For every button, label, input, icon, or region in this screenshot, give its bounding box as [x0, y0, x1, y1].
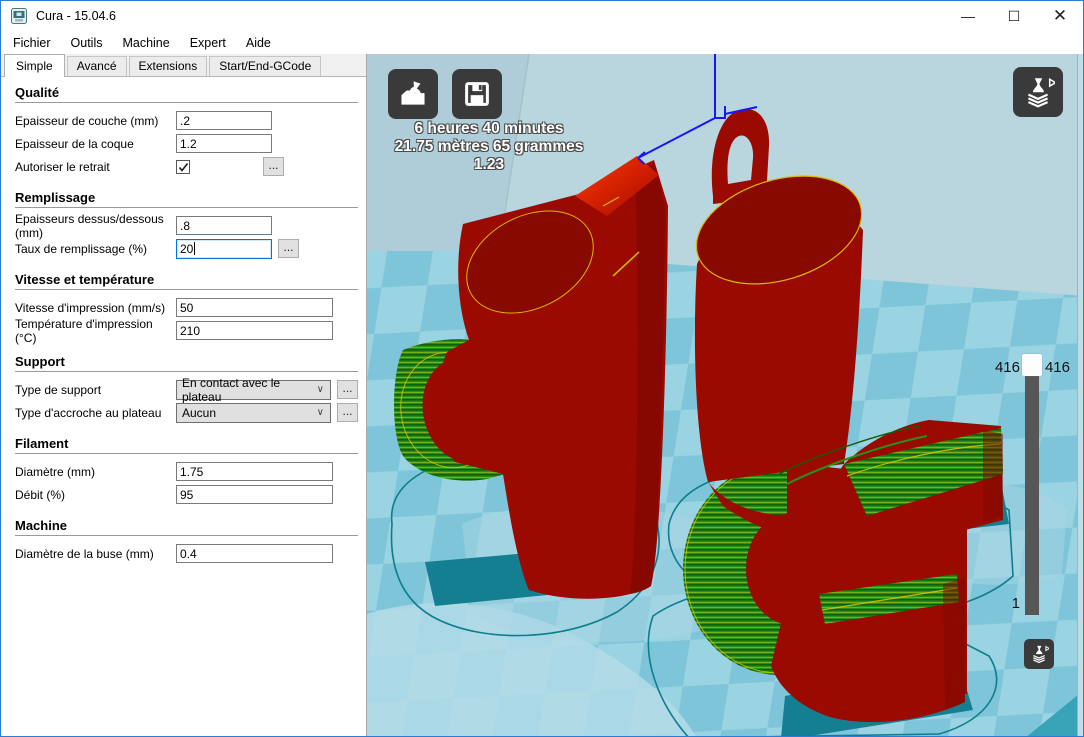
setting-label: Type de support: [15, 383, 176, 397]
save-icon: [462, 79, 492, 109]
setting-label: Débit (%): [15, 488, 176, 502]
tab-extensions[interactable]: Extensions: [129, 56, 208, 76]
setting-row: Débit (%): [15, 483, 358, 506]
support-type-value: En contact avec le plateau: [182, 376, 317, 404]
setting-row: Diamètre (mm): [15, 460, 358, 483]
setting-row: Diamètre de la buse (mm): [15, 542, 358, 565]
section-rule: [15, 102, 358, 103]
section-title-filament: Filament: [15, 436, 358, 451]
setting-label: Taux de remplissage (%): [15, 242, 176, 256]
layer-height-input[interactable]: [176, 111, 272, 130]
tab-simple[interactable]: Simple: [4, 54, 65, 77]
layer-min-label: 1: [1012, 595, 1020, 612]
filament-flow-input[interactable]: [176, 485, 333, 504]
layer-max-label: 416: [995, 359, 1020, 376]
settings-panel: Qualité Epaisseur de couche (mm) Epaisse…: [1, 77, 366, 736]
setting-row: Température d'impression (°C): [15, 319, 358, 342]
layers-view-icon: [1021, 75, 1055, 109]
print-material: 21.75 mètres 65 grammes: [367, 138, 611, 156]
viewport-edge-scrollbar[interactable]: [1077, 54, 1083, 736]
checkmark-icon: [178, 162, 189, 173]
section-rule: [15, 453, 358, 454]
setting-label: Epaisseur de la coque: [15, 137, 176, 151]
fill-density-value: 20: [180, 242, 193, 256]
section-title-machine: Machine: [15, 518, 358, 533]
menu-aide[interactable]: Aide: [236, 33, 281, 53]
layers-view-small-icon: [1029, 644, 1049, 664]
section-rule: [15, 371, 358, 372]
section-title-remplissage: Remplissage: [15, 190, 358, 205]
tab-avance[interactable]: Avancé: [67, 56, 127, 76]
platform-adhesion-more-button[interactable]: ...: [337, 403, 358, 422]
menu-fichier[interactable]: Fichier: [3, 33, 61, 53]
window-title: Cura - 15.04.6: [36, 9, 116, 23]
setting-label: Diamètre (mm): [15, 465, 176, 479]
retraction-checkbox[interactable]: [176, 160, 190, 174]
platform-adhesion-select[interactable]: Aucun ∨: [176, 403, 331, 423]
minimize-button[interactable]: —: [945, 1, 991, 31]
close-button[interactable]: ✕: [1037, 1, 1083, 31]
section-rule: [15, 535, 358, 536]
setting-label: Température d'impression (°C): [15, 317, 176, 345]
setting-label: Type d'accroche au plateau: [15, 406, 176, 420]
section-rule: [15, 207, 358, 208]
menu-expert[interactable]: Expert: [180, 33, 236, 53]
shell-thickness-input[interactable]: [176, 134, 272, 153]
main-content: Simple Avancé Extensions Start/End-GCode…: [1, 54, 1083, 736]
setting-label: Epaisseurs dessus/dessous (mm): [15, 212, 176, 240]
view-mode-button[interactable]: [1013, 67, 1063, 117]
print-temperature-input[interactable]: [176, 321, 333, 340]
fill-density-more-button[interactable]: ...: [278, 239, 299, 258]
window-controls: — ☐ ✕: [945, 1, 1083, 31]
layer-current-label: 416: [1045, 359, 1070, 376]
layer-slider-handle[interactable]: [1022, 354, 1042, 376]
setting-row: Type de support En contact avec le plate…: [15, 378, 358, 401]
section-title-support: Support: [15, 354, 358, 369]
settings-column: Simple Avancé Extensions Start/End-GCode…: [1, 54, 367, 736]
titlebar: Cura - 15.04.6 — ☐ ✕: [1, 1, 1083, 31]
setting-label: Epaisseur de couche (mm): [15, 114, 176, 128]
filament-diameter-input[interactable]: [176, 462, 333, 481]
load-model-icon: [398, 79, 428, 109]
setting-label: Autoriser le retrait: [15, 160, 176, 174]
print-speed-input[interactable]: [176, 298, 333, 317]
setting-label: Vitesse d'impression (mm/s): [15, 301, 176, 315]
setting-row: Epaisseurs dessus/dessous (mm): [15, 214, 358, 237]
tab-strip: Simple Avancé Extensions Start/End-GCode: [1, 54, 366, 77]
load-model-button[interactable]: [388, 69, 438, 119]
setting-row: Epaisseur de la coque: [15, 132, 358, 155]
nozzle-size-input[interactable]: [176, 544, 333, 563]
setting-row: Taux de remplissage (%) 20 ...: [15, 237, 358, 260]
tab-start-end-gcode[interactable]: Start/End-GCode: [209, 56, 321, 76]
setting-row: Type d'accroche au plateau Aucun ∨ ...: [15, 401, 358, 424]
save-toolpath-button[interactable]: [452, 69, 502, 119]
menu-outils[interactable]: Outils: [61, 33, 113, 53]
text-caret: [194, 242, 195, 255]
section-rule: [15, 289, 358, 290]
chevron-down-icon: ∨: [317, 384, 330, 395]
menu-machine[interactable]: Machine: [112, 33, 179, 53]
setting-row: Epaisseur de couche (mm): [15, 109, 358, 132]
3d-viewport[interactable]: 6 heures 40 minutes 21.75 mètres 65 gram…: [367, 54, 1083, 736]
section-title-qualite: Qualité: [15, 85, 358, 100]
section-title-vitesse: Vitesse et température: [15, 272, 358, 287]
chevron-down-icon: ∨: [317, 407, 330, 418]
setting-label: Diamètre de la buse (mm): [15, 547, 176, 561]
fill-density-input[interactable]: 20: [176, 239, 272, 259]
top-bottom-thickness-input[interactable]: [176, 216, 272, 235]
setting-row: Autoriser le retrait ...: [15, 155, 358, 178]
maximize-button[interactable]: ☐: [991, 1, 1037, 31]
layers-toggle-button[interactable]: [1024, 639, 1054, 669]
support-type-select[interactable]: En contact avec le plateau ∨: [176, 380, 331, 400]
platform-adhesion-value: Aucun: [182, 406, 216, 420]
print-cost: 1.23: [367, 156, 611, 174]
print-time: 6 heures 40 minutes: [367, 120, 611, 138]
menu-bar: Fichier Outils Machine Expert Aide: [1, 31, 1083, 54]
support-more-button[interactable]: ...: [337, 380, 358, 399]
layer-slider-track[interactable]: [1025, 357, 1039, 615]
print-stats: 6 heures 40 minutes 21.75 mètres 65 gram…: [367, 120, 611, 174]
retraction-more-button[interactable]: ...: [263, 157, 284, 176]
cura-app-icon: [11, 8, 27, 24]
cura-window: Cura - 15.04.6 — ☐ ✕ Fichier Outils Mach…: [0, 0, 1084, 737]
